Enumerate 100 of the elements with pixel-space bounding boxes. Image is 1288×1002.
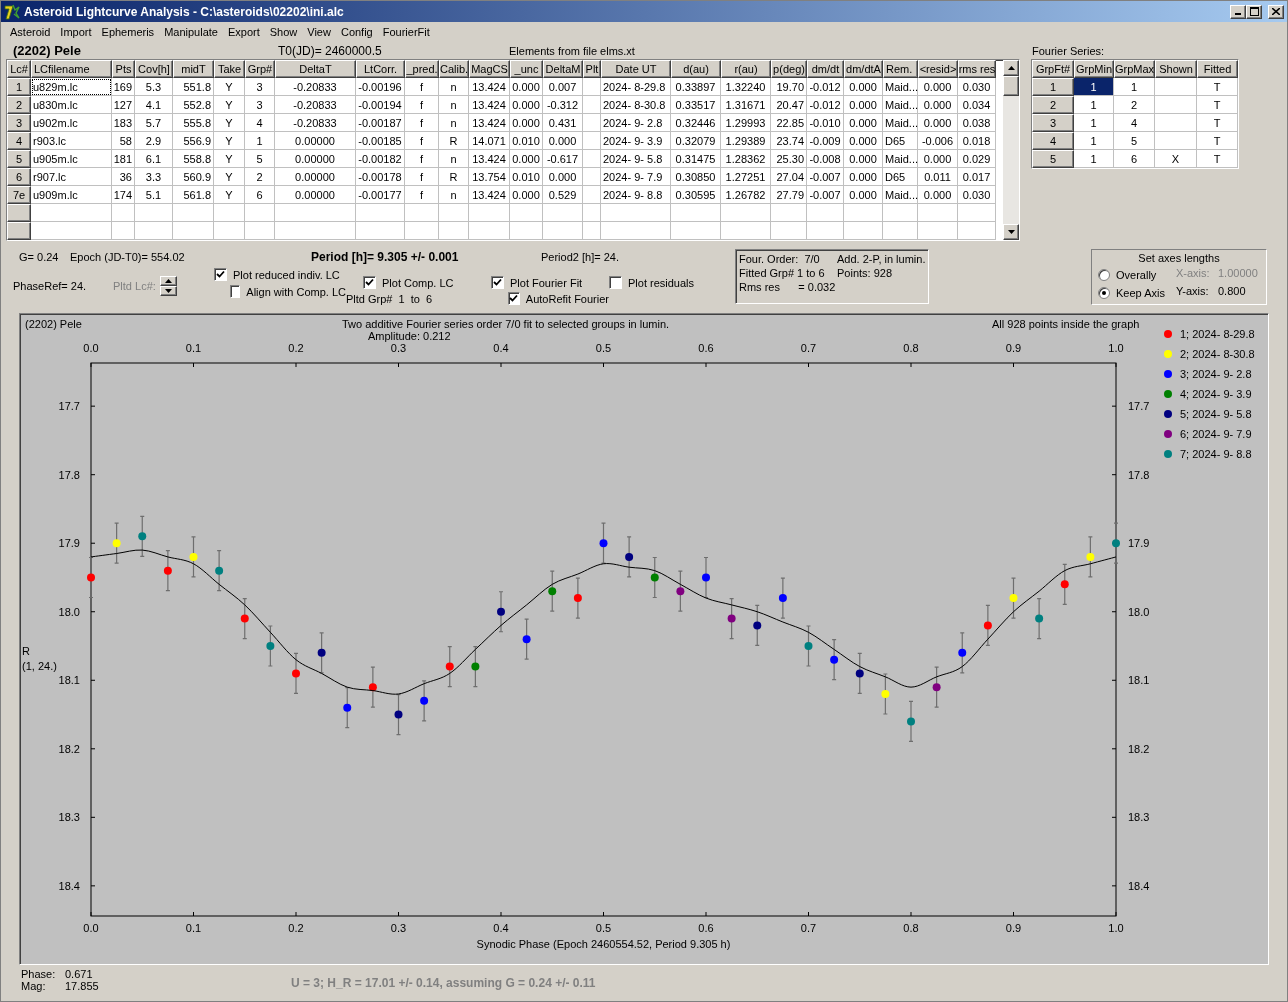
scroll-up-button[interactable] [1003,60,1019,76]
table-cell [245,204,275,222]
row-header[interactable]: 4 [1032,132,1074,150]
scroll-down-button[interactable] [1003,224,1019,240]
column-header[interactable]: _unc [510,60,543,78]
menu-item[interactable]: Manipulate [159,26,223,38]
table-cell: 2 [245,168,275,186]
table-cell [173,204,214,222]
column-header[interactable]: DeltaT [275,60,356,78]
column-header[interactable]: midT [173,60,214,78]
column-header[interactable]: Date UT [601,60,671,78]
column-header[interactable]: d(au) [671,60,721,78]
data-point [599,539,608,548]
data-point [215,566,224,575]
tick-label: 18.0 [58,605,80,618]
checkbox[interactable] [609,276,622,289]
menu-item[interactable]: FourierFit [377,26,435,38]
row-header[interactable]: 2 [7,96,31,114]
column-header[interactable]: r(au) [721,60,771,78]
close-button[interactable] [1268,4,1284,19]
column-header[interactable]: _pred. [405,60,439,78]
column-header[interactable]: Rem. [883,60,918,78]
table-cell [807,204,844,222]
column-header[interactable]: LtCorr. [356,60,405,78]
column-header[interactable]: dm/dtA [844,60,883,78]
column-header[interactable]: GrpMin [1074,60,1114,78]
menu-item[interactable]: Show [264,26,303,38]
row-header[interactable]: 4 [7,132,31,150]
menu-item[interactable]: Config [335,26,378,38]
column-header[interactable]: Cov[h] [135,60,173,78]
checkbox[interactable] [491,276,504,289]
column-header[interactable]: rms res [958,60,996,78]
amplitude-label: Amplitude: 0.212 [368,330,451,342]
table-cell: u829m.lc [31,78,112,96]
table-cell [356,204,405,222]
column-header[interactable]: GrpFt# [1032,60,1074,78]
table-cell: R [439,168,469,186]
minimize-button[interactable] [1230,4,1246,19]
column-header[interactable]: Lc# [7,60,31,78]
table-cell: 6 [245,186,275,204]
row-header[interactable] [7,204,31,222]
column-header[interactable]: Calib. [439,60,469,78]
table-cell: D65 [883,132,918,150]
checkbox[interactable] [230,285,241,298]
table-cell: 0.000 [543,132,583,150]
tick-label: 0.5 [595,922,612,934]
tick-label: 17.9 [1128,537,1150,550]
data-point [778,594,787,603]
checkbox[interactable] [214,268,227,281]
error-bar [1113,522,1119,564]
spin-up-button[interactable] [159,276,177,286]
row-header[interactable]: 6 [7,168,31,186]
menu-item[interactable]: Asteroid [5,26,56,38]
row-header[interactable]: 1 [1032,78,1074,96]
menu-item[interactable]: Export [222,26,265,38]
error-bar [421,680,427,722]
period2-value: Period2 [h]= 24. [541,250,619,263]
column-header[interactable]: Plt [583,60,601,78]
column-header[interactable]: <resid> [918,60,958,78]
checkbox[interactable] [363,276,376,289]
column-header[interactable]: LCfilename [31,60,112,78]
data-point [573,594,582,603]
row-header[interactable]: 3 [7,114,31,132]
column-header[interactable]: Pts [112,60,135,78]
row-header[interactable]: 7e [7,186,31,204]
column-header[interactable]: Fitted [1197,60,1238,78]
tick-label: 0.2 [288,922,304,934]
row-header[interactable]: 2 [1032,96,1074,114]
error-bar [652,556,658,599]
row-header[interactable]: 5 [7,150,31,168]
table-cell: u905m.lc [31,150,112,168]
menu-item[interactable]: Import [55,26,97,38]
column-header[interactable]: DeltaM [543,60,583,78]
column-header[interactable]: GrpMax [1114,60,1155,78]
maximize-button[interactable] [1246,4,1262,19]
table-cell: 25.30 [771,150,807,168]
row-header[interactable]: 3 [1032,114,1074,132]
error-bar [549,570,555,612]
column-header[interactable]: Grp# [245,60,275,78]
column-header[interactable]: Take [214,60,245,78]
row-header[interactable]: 5 [1032,150,1074,168]
error-bar [882,673,888,715]
group-title: Set axes lengths [1137,251,1221,264]
menu-item[interactable]: View [302,26,336,38]
error-bar [857,652,863,694]
row-header[interactable]: 1 [7,78,31,96]
scrollbar-thumb[interactable] [1003,76,1019,96]
table-cell: 0.000 [510,150,543,168]
table-cell: 0.017 [958,168,996,186]
column-header[interactable]: MagCS [469,60,510,78]
column-header[interactable]: p(deg) [771,60,807,78]
column-header[interactable]: Shown [1155,60,1197,78]
column-header[interactable]: dm/dt [807,60,844,78]
row-header[interactable] [7,222,31,240]
plotted-groups-label: Pltd Grp# 1 to 6 [346,293,434,305]
spin-down-button[interactable] [159,286,177,296]
checkbox[interactable] [508,292,520,305]
checkbox-label: AutoRefit Fourier [525,292,609,305]
plot-asteroid-name: (2202) Pele [25,318,83,332]
menu-item[interactable]: Ephemeris [96,26,160,38]
